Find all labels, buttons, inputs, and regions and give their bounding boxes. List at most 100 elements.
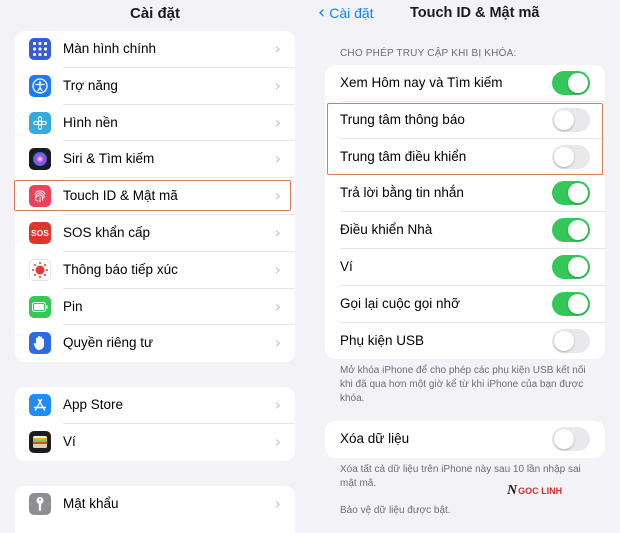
settings-group-apps: App Store › Ví › xyxy=(15,387,295,461)
toggle-label: Trung tâm thông báo xyxy=(340,111,465,127)
sidebar-item-label: Pin xyxy=(63,298,83,314)
back-label: Cài đặt xyxy=(329,5,374,21)
toggle-knob xyxy=(568,73,588,93)
toggle-label: Gọi lại cuộc gọi nhỡ xyxy=(340,295,460,311)
toggle-row-wallet: Ví xyxy=(325,249,605,286)
toggle-label: Phụ kiện USB xyxy=(340,332,425,348)
toggle-label: Ví xyxy=(340,258,353,274)
toggle-label: Điều khiển Nhà xyxy=(340,222,433,238)
sidebar-item-label: SOS khẩn cấp xyxy=(63,224,151,240)
wallet-toggle[interactable] xyxy=(552,254,590,279)
chevron-right-icon: › xyxy=(274,186,281,206)
chevron-right-icon: › xyxy=(274,112,281,132)
chevron-right-icon: › xyxy=(274,259,281,279)
return-missed-calls-toggle[interactable] xyxy=(552,291,590,316)
protection-footnote: Bảo vệ dữ liệu được bật. xyxy=(340,505,451,516)
toggle-row-home-control: Điều khiển Nhà xyxy=(325,212,605,249)
usb-footnote: Mở khóa iPhone để cho phép các phụ kiện … xyxy=(340,365,586,404)
sidebar-item-label: Touch ID & Mật mã xyxy=(63,188,178,204)
settings-group-main: Màn hình chính › Trợ năng › Hình nền › S… xyxy=(15,31,295,363)
settings-group-accounts: Mật khẩu › xyxy=(15,486,295,533)
chevron-right-icon: › xyxy=(274,494,281,513)
watermark-text: GOC LINH xyxy=(518,486,563,496)
accessibility-icon xyxy=(29,74,51,97)
section-header: CHO PHÉP TRUY CẬP KHI BỊ KHÓA: xyxy=(340,48,517,59)
toggle-row-return-missed-calls: Gọi lại cuộc gọi nhỡ xyxy=(325,286,605,323)
siri-icon xyxy=(29,148,51,171)
battery-icon xyxy=(29,295,51,318)
chevron-right-icon: › xyxy=(274,395,281,414)
sidebar-item-siri[interactable]: Siri & Tìm kiếm › xyxy=(15,141,295,179)
back-button[interactable]: ‹ Cài đặt xyxy=(318,4,374,22)
wallet-icon xyxy=(29,430,51,453)
page-title: Touch ID & Mật mã xyxy=(410,5,540,21)
toggle-row-erase-data: Xóa dữ liệu xyxy=(325,421,605,458)
chevron-right-icon: › xyxy=(274,149,281,169)
toggle-knob xyxy=(568,183,588,204)
chevron-right-icon: › xyxy=(274,333,281,353)
toggle-knob xyxy=(554,146,574,167)
erase-data-group: Xóa dữ liệu xyxy=(325,421,605,458)
erase-data-toggle[interactable] xyxy=(552,427,590,451)
lock-access-group: Xem Hôm nay và Tìm kiếm Trung tâm thông … xyxy=(325,65,605,360)
sidebar-item-wallpaper[interactable]: Hình nền › xyxy=(15,105,295,142)
key-icon xyxy=(29,493,51,515)
toggle-row-notification-center: Trung tâm thông báo xyxy=(325,102,605,139)
toggle-knob xyxy=(554,109,574,130)
reply-with-message-toggle[interactable] xyxy=(552,181,590,206)
sidebar-item-emergency-sos[interactable]: SOS SOS khẩn cấp › xyxy=(15,215,295,252)
sidebar-item-accessibility[interactable]: Trợ năng › xyxy=(15,68,295,105)
sidebar-item-passwords[interactable]: Mật khẩu › xyxy=(15,486,295,523)
touch-id-passcode-panel: ‹ Cài đặt Touch ID & Mật mã CHO PHÉP TRU… xyxy=(310,0,620,533)
home-control-toggle[interactable] xyxy=(552,218,590,243)
sidebar-item-touch-id[interactable]: Touch ID & Mật mã › xyxy=(15,178,295,215)
today-search-toggle[interactable] xyxy=(552,71,590,95)
sidebar-item-wallet[interactable]: Ví › xyxy=(15,424,295,461)
sidebar-item-label: Mật khẩu xyxy=(63,496,119,511)
settings-sidebar: Cài đặt Màn hình chính › Trợ năng › Hình… xyxy=(0,0,310,533)
toggle-knob xyxy=(568,256,588,277)
toggle-knob xyxy=(554,429,574,449)
sidebar-item-label: Ví xyxy=(63,433,76,449)
toggle-row-usb-accessories: Phụ kiện USB xyxy=(325,323,605,360)
toggle-knob xyxy=(568,220,588,241)
sidebar-item-battery[interactable]: Pin › xyxy=(15,289,295,326)
sidebar-item-label: Màn hình chính xyxy=(63,41,157,56)
toggle-label: Trả lời bằng tin nhắn xyxy=(340,185,464,201)
sidebar-item-app-store[interactable]: App Store › xyxy=(15,387,295,424)
usb-accessories-toggle[interactable] xyxy=(552,328,590,353)
watermark-logo: N GOC LINH xyxy=(507,483,563,498)
toggle-knob xyxy=(568,293,588,314)
fingerprint-icon xyxy=(29,185,51,208)
chevron-right-icon: › xyxy=(274,39,281,58)
chevron-left-icon: ‹ xyxy=(318,2,326,23)
hand-icon xyxy=(29,332,51,355)
sidebar-item-exposure-notifications[interactable]: Thông báo tiếp xúc › xyxy=(15,252,295,289)
home-screen-icon xyxy=(29,38,51,60)
toggle-label: Xem Hôm nay và Tìm kiếm xyxy=(340,75,503,90)
sidebar-item-home-screen[interactable]: Màn hình chính › xyxy=(15,31,295,68)
watermark-brand: N xyxy=(507,483,518,498)
sidebar-item-label: Quyền riêng tư xyxy=(63,335,154,351)
toggle-row-today-search: Xem Hôm nay và Tìm kiếm xyxy=(325,65,605,102)
chevron-right-icon: › xyxy=(274,222,281,242)
sidebar-item-privacy[interactable]: Quyền riêng tư › xyxy=(15,325,295,362)
toggle-row-reply-with-message: Trả lời bằng tin nhắn xyxy=(325,175,605,213)
app-store-icon xyxy=(29,394,51,416)
exposure-icon xyxy=(29,258,51,281)
chevron-right-icon: › xyxy=(274,431,281,451)
sidebar-item-label: Trợ năng xyxy=(63,77,118,93)
notification-center-toggle[interactable] xyxy=(552,107,590,132)
chevron-right-icon: › xyxy=(274,75,281,95)
toggle-label: Trung tâm điều khiển xyxy=(340,148,467,164)
sidebar-item-label: Siri & Tìm kiếm xyxy=(63,151,155,167)
control-center-toggle[interactable] xyxy=(552,144,590,169)
toggle-label: Xóa dữ liệu xyxy=(340,431,410,446)
chevron-right-icon: › xyxy=(274,296,281,316)
settings-title: Cài đặt xyxy=(129,5,180,22)
toggle-knob xyxy=(554,330,574,351)
wallpaper-icon xyxy=(29,111,51,134)
sidebar-item-label: Hình nền xyxy=(63,114,118,130)
toggle-row-control-center: Trung tâm điều khiển xyxy=(325,139,605,176)
sos-icon: SOS xyxy=(29,221,51,244)
